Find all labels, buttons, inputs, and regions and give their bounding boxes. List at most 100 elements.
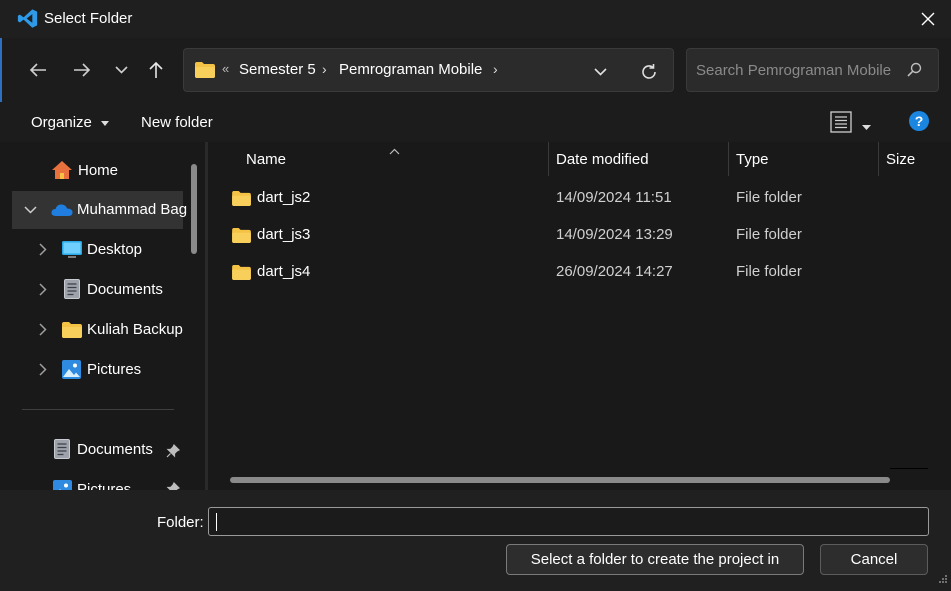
folder-name-input[interactable] bbox=[208, 507, 929, 536]
resize-grip-icon[interactable] bbox=[938, 571, 948, 588]
navigation-pane: Home Muhammad Bag Desktop Documents Kuli… bbox=[0, 142, 205, 490]
sidebar-item-kuliah-backup[interactable]: Kuliah Backup bbox=[12, 311, 183, 349]
chevron-right-icon[interactable] bbox=[36, 243, 50, 257]
vscode-icon bbox=[17, 8, 38, 29]
new-folder-button[interactable]: New folder bbox=[141, 114, 213, 131]
search-icon bbox=[907, 62, 922, 81]
sidebar-item-home[interactable]: Home bbox=[12, 152, 183, 190]
breadcrumb-separator[interactable]: › bbox=[493, 61, 498, 77]
sidebar-item-label: Home bbox=[78, 162, 119, 179]
cancel-button[interactable]: Cancel bbox=[820, 544, 928, 575]
sidebar-scrollbar[interactable] bbox=[191, 164, 197, 254]
breadcrumb-separator[interactable]: › bbox=[322, 61, 327, 77]
folder-icon bbox=[195, 62, 215, 82]
table-row[interactable]: dart_js3 14/09/2024 13:29 File folder bbox=[208, 217, 951, 253]
up-button[interactable] bbox=[141, 55, 171, 85]
pin-icon[interactable] bbox=[166, 443, 181, 462]
column-header-size[interactable]: Size bbox=[886, 151, 915, 168]
table-row[interactable]: dart_js2 14/09/2024 11:51 File folder bbox=[208, 180, 951, 216]
chevron-down-icon[interactable] bbox=[24, 203, 38, 217]
file-name: dart_js4 bbox=[257, 263, 311, 280]
folder-icon bbox=[232, 191, 251, 210]
search-input[interactable]: Search Pemrograman Mobile bbox=[686, 48, 939, 92]
dialog-footer: Folder: Select a folder to create the pr… bbox=[0, 490, 951, 591]
column-header-name[interactable]: Name bbox=[246, 151, 286, 168]
column-divider[interactable] bbox=[878, 142, 879, 176]
text-caret bbox=[216, 513, 217, 531]
breadcrumb-overflow[interactable]: « bbox=[222, 61, 229, 76]
pin-icon[interactable] bbox=[166, 481, 181, 490]
title-bar: Select Folder bbox=[0, 0, 951, 38]
help-button[interactable]: ? bbox=[909, 111, 929, 135]
folder-icon bbox=[232, 228, 251, 247]
view-dropdown-button[interactable] bbox=[862, 117, 871, 134]
home-icon bbox=[51, 160, 73, 184]
desktop-icon bbox=[62, 241, 82, 262]
column-divider[interactable] bbox=[728, 142, 729, 176]
file-date: 14/09/2024 11:51 bbox=[556, 189, 672, 206]
arrow-up-icon bbox=[149, 61, 163, 78]
refresh-button[interactable] bbox=[636, 59, 662, 85]
sidebar-item-label: Documents bbox=[87, 281, 163, 298]
address-history-button[interactable] bbox=[588, 60, 612, 84]
breadcrumb-pemrograman-mobile[interactable]: Pemrograman Mobile bbox=[339, 61, 482, 78]
chevron-down-icon bbox=[593, 68, 607, 76]
breadcrumb-semester-5[interactable]: Semester 5 bbox=[239, 61, 316, 78]
file-list: Name Date modified Type Size dart_js2 14… bbox=[208, 142, 951, 490]
scrollbar-corner bbox=[890, 468, 928, 469]
back-button[interactable] bbox=[23, 55, 53, 85]
caret-down-icon bbox=[101, 120, 110, 126]
document-icon bbox=[64, 279, 80, 303]
arrow-right-icon bbox=[74, 63, 91, 77]
pictures-icon bbox=[62, 360, 81, 383]
forward-button[interactable] bbox=[67, 55, 97, 85]
quick-access-pictures[interactable]: Pictures bbox=[12, 471, 183, 490]
file-date: 26/09/2024 14:27 bbox=[556, 263, 673, 280]
folder-icon bbox=[62, 322, 82, 342]
chevron-down-icon bbox=[114, 66, 128, 74]
folder-label: Folder: bbox=[157, 514, 204, 531]
horizontal-scrollbar[interactable] bbox=[230, 477, 890, 483]
organize-label: Organize bbox=[31, 114, 92, 131]
sidebar-item-label: Kuliah Backup bbox=[87, 321, 183, 338]
recent-locations-button[interactable] bbox=[106, 55, 136, 85]
sidebar-divider bbox=[22, 409, 174, 410]
document-icon bbox=[54, 439, 70, 463]
refresh-icon bbox=[642, 64, 656, 79]
chevron-right-icon[interactable] bbox=[36, 283, 50, 297]
table-row[interactable]: dart_js4 26/09/2024 14:27 File folder bbox=[208, 254, 951, 290]
column-divider[interactable] bbox=[548, 142, 549, 176]
sidebar-item-label: Pictures bbox=[77, 481, 132, 490]
command-bar: Organize New folder bbox=[0, 102, 951, 142]
search-placeholder: Search Pemrograman Mobile bbox=[696, 62, 892, 79]
details-view-icon bbox=[830, 111, 852, 133]
column-header-date-modified[interactable]: Date modified bbox=[556, 151, 649, 168]
organize-button[interactable]: Organize bbox=[31, 114, 110, 131]
sidebar-item-documents[interactable]: Documents bbox=[12, 271, 183, 309]
sidebar-item-desktop[interactable]: Desktop bbox=[12, 231, 183, 269]
file-type: File folder bbox=[736, 226, 802, 243]
quick-access-documents[interactable]: Documents bbox=[12, 431, 183, 469]
file-date: 14/09/2024 13:29 bbox=[556, 226, 673, 243]
chevron-right-icon[interactable] bbox=[36, 323, 50, 337]
column-header-type[interactable]: Type bbox=[736, 151, 769, 168]
address-bar[interactable]: « Semester 5 › Pemrograman Mobile › bbox=[183, 48, 674, 92]
view-options-button[interactable] bbox=[830, 111, 852, 137]
sidebar-item-onedrive[interactable]: Muhammad Bag bbox=[12, 191, 187, 229]
sidebar-item-label: Pictures bbox=[87, 361, 142, 378]
close-icon bbox=[921, 12, 935, 26]
select-folder-button[interactable]: Select a folder to create the project in bbox=[506, 544, 804, 575]
chevron-right-icon[interactable] bbox=[36, 363, 50, 377]
pictures-icon bbox=[53, 480, 72, 490]
sidebar-item-label: Muhammad Bag bbox=[77, 201, 188, 218]
file-name: dart_js3 bbox=[257, 226, 311, 243]
help-icon: ? bbox=[909, 111, 929, 131]
file-name: dart_js2 bbox=[257, 189, 311, 206]
folder-icon bbox=[232, 265, 251, 284]
caret-down-icon bbox=[862, 125, 871, 130]
sort-ascending-icon bbox=[389, 142, 400, 159]
file-type: File folder bbox=[736, 263, 802, 280]
close-button[interactable] bbox=[905, 0, 951, 38]
sidebar-item-pictures[interactable]: Pictures bbox=[12, 351, 183, 389]
file-type: File folder bbox=[736, 189, 802, 206]
